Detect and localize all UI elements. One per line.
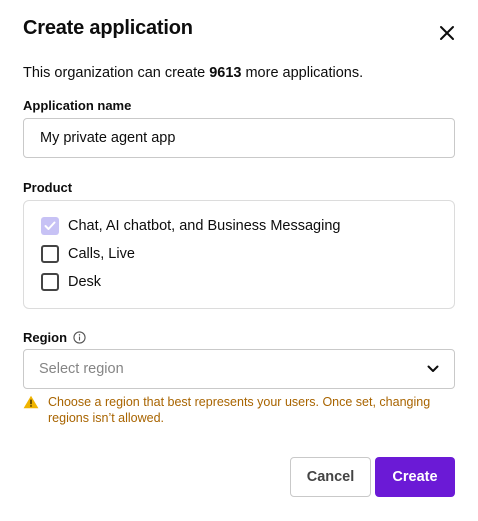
close-icon [440, 26, 454, 40]
product-label: Product [23, 180, 73, 195]
application-name-label: Application name [23, 98, 132, 113]
cancel-button[interactable]: Cancel [290, 457, 371, 497]
product-option-calls[interactable]: Calls, Live [41, 245, 135, 263]
region-label: Region [23, 330, 68, 345]
info-icon[interactable] [73, 331, 86, 344]
product-option-label: Calls, Live [68, 246, 135, 262]
product-option-desk[interactable]: Desk [41, 273, 101, 291]
checkbox-calls[interactable] [41, 245, 59, 263]
check-icon [44, 221, 56, 230]
product-options: Chat, AI chatbot, and Business Messaging… [23, 200, 455, 309]
warning-text: Choose a region that best represents you… [48, 395, 431, 425]
warning-icon [23, 395, 39, 409]
intro-suffix: more applications. [241, 65, 364, 81]
chevron-down-icon [427, 365, 439, 372]
remaining-app-count: 9613 [209, 65, 242, 81]
region-placeholder: Select region [39, 361, 124, 377]
intro-text: This organization can create 9613 more a… [23, 65, 363, 81]
region-label-row: Region [23, 330, 86, 345]
product-option-chat[interactable]: Chat, AI chatbot, and Business Messaging [41, 217, 340, 235]
application-name-input[interactable] [23, 118, 455, 158]
intro-prefix: This organization can create [23, 65, 210, 81]
product-option-label: Chat, AI chatbot, and Business Messaging [68, 218, 341, 234]
create-application-dialog: Create application This organization can… [0, 0, 478, 521]
region-select[interactable]: Select region [23, 349, 455, 389]
region-warning: Choose a region that best represents you… [23, 394, 443, 426]
product-option-label: Desk [68, 274, 102, 290]
create-button[interactable]: Create [375, 457, 455, 497]
dialog-title: Create application [23, 17, 193, 39]
close-button[interactable] [434, 20, 460, 46]
checkbox-desk[interactable] [41, 273, 59, 291]
checkbox-chat[interactable] [41, 217, 59, 235]
